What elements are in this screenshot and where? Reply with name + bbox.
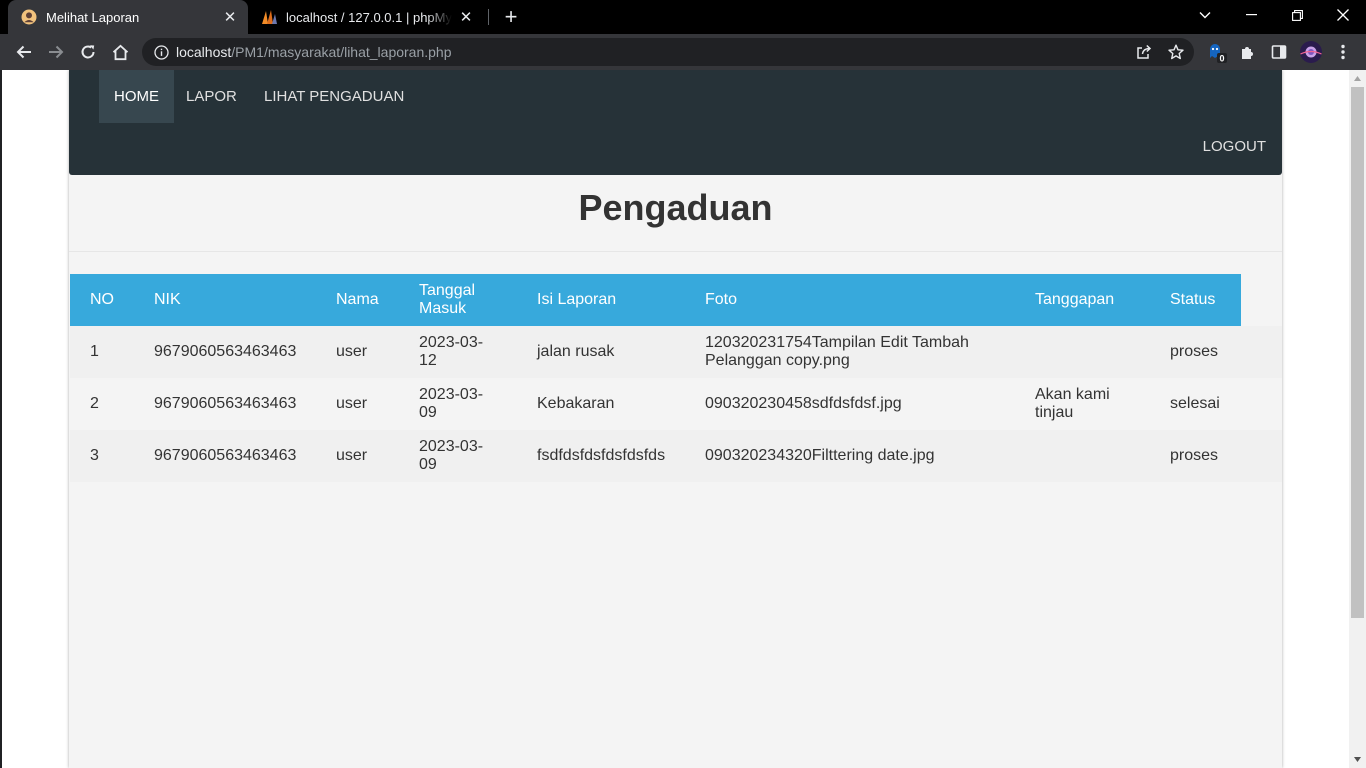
cell-foto-line2: Pelanggan copy.png (705, 352, 850, 369)
cell-tanggapan-line2: tinjau (1035, 404, 1074, 421)
profile-avatar[interactable] (1298, 39, 1324, 65)
cell-nik: 9679060563463463 (154, 395, 297, 412)
forward-arrow-icon[interactable] (43, 39, 69, 65)
header-isi-laporan: Isi Laporan (537, 291, 617, 308)
cell-nik: 9679060563463463 (154, 343, 297, 360)
bookmark-star-icon[interactable] (1166, 42, 1186, 62)
tab-close-icon[interactable]: ✕ (458, 9, 474, 26)
cell-tanggal: 2023-03- 09 (419, 430, 529, 482)
cell-no: 2 (90, 395, 99, 412)
browser-tab-strip: Melihat Laporan ✕ localhost / 127.0.0.1 … (0, 0, 1366, 34)
tab-title: localhost / 127.0.0.1 | phpMyAdmin (286, 9, 452, 25)
back-arrow-icon[interactable] (11, 39, 37, 65)
share-icon[interactable] (1134, 42, 1154, 62)
nav-lihat-pengaduan[interactable]: LIHAT PENGADUAN (249, 70, 419, 123)
header-status: Status (1170, 291, 1216, 308)
url-host: localhost (176, 44, 232, 60)
page-title: Pengaduan (578, 187, 773, 228)
reload-icon[interactable] (75, 39, 101, 65)
header-nama: Nama (336, 291, 379, 308)
cell-nama: user (336, 395, 368, 412)
url-text: localhost/PM1/masyarakat/lihat_laporan.p… (176, 44, 452, 60)
table-row: 2 9679060563463463 user 2023-03- 09 Kebak… (70, 378, 1282, 430)
header-tanggal-line2: Masuk (419, 300, 467, 317)
cell-foto: 120320231754Tampilan Edit Tambah Pelangga… (705, 326, 995, 378)
tab-separator (488, 9, 489, 25)
scroll-down-arrow-icon[interactable] (1349, 751, 1366, 768)
browser-toolbar: localhost/PM1/masyarakat/lihat_laporan.p… (0, 34, 1366, 70)
address-bar[interactable]: localhost/PM1/masyarakat/lihat_laporan.p… (142, 38, 1194, 66)
cell-isi-laporan: Kebakaran (537, 395, 615, 412)
extensions-puzzle-icon[interactable] (1235, 39, 1261, 65)
cell-foto: 090320230458sdfdsfdsf.jpg (705, 378, 995, 430)
header-tanggapan: Tanggapan (1035, 291, 1115, 308)
scrollbar-thumb[interactable] (1351, 87, 1364, 618)
cell-isi-laporan: jalan rusak (537, 343, 615, 360)
cell-tanggal-line1: 2023-03- (419, 386, 484, 403)
side-panel-icon[interactable] (1266, 39, 1292, 65)
header-tanggal-masuk: Tanggal Masuk (419, 274, 529, 326)
header-nik: NIK (154, 291, 181, 308)
cell-nama: user (336, 447, 368, 464)
cell-status: proses (1170, 447, 1219, 464)
window-edge (0, 70, 2, 768)
cell-tanggal-line2: 09 (419, 404, 437, 421)
restore-icon[interactable] (1274, 0, 1320, 30)
cell-tanggal-line1: 2023-03- (419, 438, 484, 455)
cell-tanggapan: Akan kami tinjau (1035, 378, 1163, 430)
cell-tanggapan (1035, 326, 1163, 378)
tab-phpmyadmin[interactable]: localhost / 127.0.0.1 | phpMyAdmin ✕ (252, 0, 484, 34)
header-tanggal-line1: Tanggal (419, 282, 476, 299)
tab-search-chevron-icon[interactable] (1182, 0, 1228, 30)
cell-no: 1 (90, 343, 99, 360)
cell-status: proses (1170, 343, 1219, 360)
url-path: /PM1/masyarakat/lihat_laporan.php (231, 44, 452, 60)
nav-lapor[interactable]: LAPOR (171, 70, 252, 123)
close-window-icon[interactable] (1320, 0, 1366, 30)
main-navbar: HOME LAPOR LIHAT PENGADUAN LOGOUT (69, 70, 1282, 175)
site-favicon-icon (20, 8, 38, 26)
table-header-row: NO NIK Nama Tanggal Masuk Isi Laporan Fot… (70, 274, 1241, 326)
cell-tanggapan-line1: Akan kami (1035, 386, 1110, 403)
cell-no: 3 (90, 447, 99, 464)
page-viewport: HOME LAPOR LIHAT PENGADUAN LOGOUT Pengad… (0, 70, 1366, 768)
cell-nama: user (336, 343, 368, 360)
cell-isi-laporan: fsdfdsfdsfdsfdsfds (537, 447, 666, 464)
nav-home[interactable]: HOME (99, 70, 174, 123)
site-info-icon[interactable] (151, 42, 171, 62)
cell-foto: 090320234320Filttering date.jpg (705, 430, 995, 482)
cell-foto-line1: 120320231754Tampilan Edit Tambah (705, 334, 969, 351)
logout-link[interactable]: LOGOUT (1203, 138, 1266, 155)
cell-tanggapan (1035, 430, 1163, 482)
cell-tanggal-line2: 12 (419, 352, 437, 369)
page-container: HOME LAPOR LIHAT PENGADUAN LOGOUT Pengad… (69, 70, 1282, 768)
extension-badge-count: 0 (1219, 53, 1224, 63)
tab-melihat-laporan[interactable]: Melihat Laporan ✕ (8, 0, 248, 34)
vertical-scrollbar[interactable] (1349, 70, 1366, 768)
cell-tanggal: 2023-03- 09 (419, 378, 529, 430)
header-foto: Foto (705, 291, 738, 308)
cell-foto-line1: 090320234320Filttering date.jpg (705, 447, 935, 464)
browser-menu-icon[interactable] (1330, 39, 1356, 65)
cell-tanggal-line1: 2023-03- (419, 334, 484, 351)
table-row: 1 9679060563463463 user 2023-03- 12 jalan… (70, 326, 1282, 378)
cell-status: selesai (1170, 395, 1220, 412)
table-row: 3 9679060563463463 user 2023-03- 09 fsdfd… (70, 430, 1282, 482)
extension-ghostery-icon[interactable]: 0 (1204, 39, 1230, 65)
cell-nik: 9679060563463463 (154, 447, 297, 464)
title-divider (69, 251, 1282, 252)
minimize-icon[interactable] (1228, 0, 1274, 30)
cell-foto-line1: 090320230458sdfdsfdsf.jpg (705, 395, 902, 412)
header-no: NO (90, 291, 114, 308)
phpmyadmin-favicon-icon (260, 8, 278, 26)
cell-tanggal-line2: 09 (419, 456, 437, 473)
tab-close-icon[interactable]: ✕ (222, 9, 238, 26)
new-tab-plus-icon[interactable]: + (500, 6, 522, 28)
home-icon[interactable] (107, 39, 133, 65)
scroll-up-arrow-icon[interactable] (1349, 70, 1366, 87)
tab-title: Melihat Laporan (46, 9, 140, 25)
cell-tanggal: 2023-03- 12 (419, 326, 529, 378)
